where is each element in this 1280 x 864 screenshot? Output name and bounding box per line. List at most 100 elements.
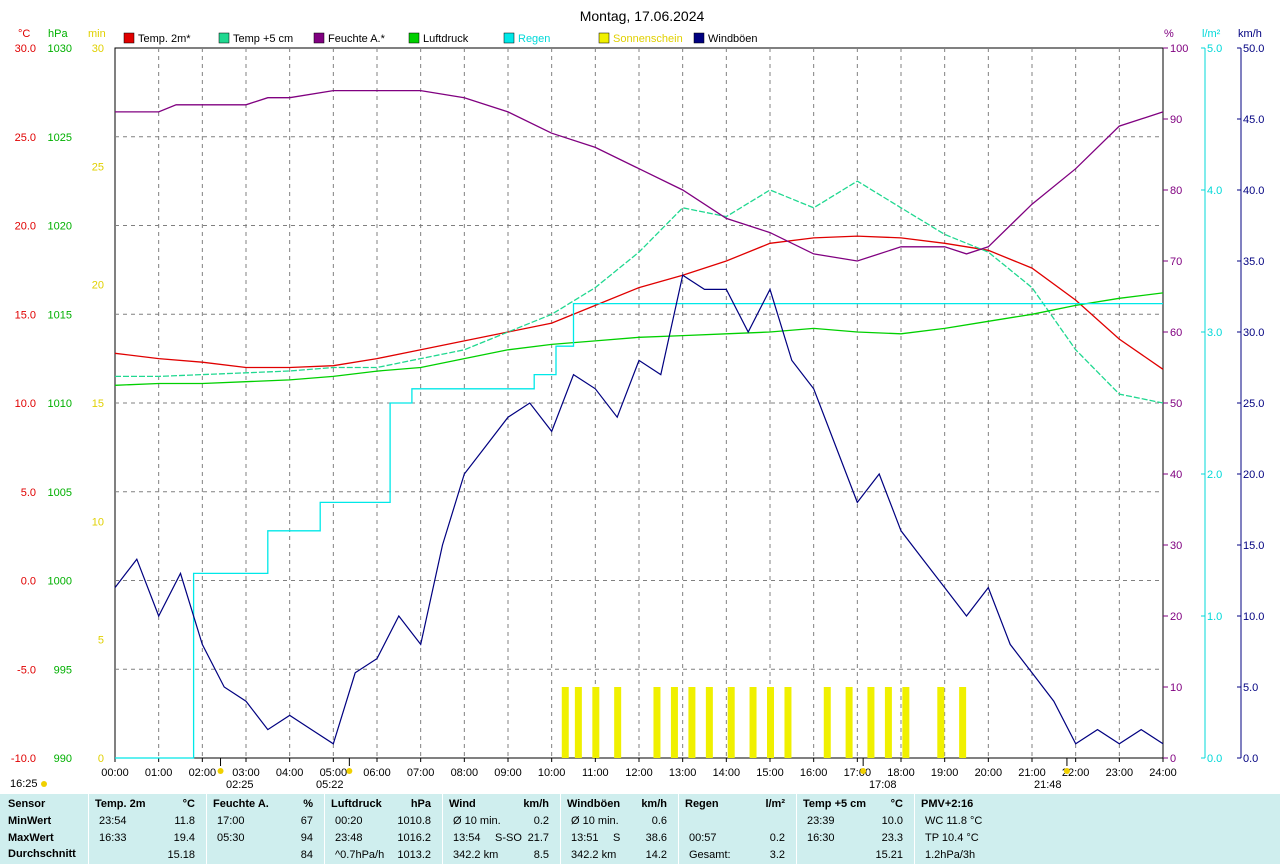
temp-axis-tick-label: -5.0 <box>17 664 36 676</box>
pressure-axis-tick-label: 1025 <box>48 132 72 144</box>
pressure-axis-tick-label: 1000 <box>48 576 72 588</box>
stat-time: 342.2 km <box>571 849 617 861</box>
stat-unit: km/h <box>641 798 667 810</box>
legend-swatch <box>313 32 325 44</box>
stat-unit: l/m² <box>765 798 785 810</box>
pressure-axis-tick-label: 1020 <box>48 221 72 233</box>
stat-value: 15.18 <box>167 849 195 861</box>
stat-time: Ø 10 min. <box>571 815 619 827</box>
sunrise-icon <box>346 768 353 774</box>
sunshine-axis-tick-label: 20 <box>92 280 104 292</box>
sunshine-bar <box>574 687 582 758</box>
sunshine-bar <box>670 687 678 758</box>
sunshine-axis-tick-label: 5 <box>98 635 104 647</box>
row-label-average: Durchschnitt <box>8 848 76 860</box>
stat-value: 19.4 <box>173 832 195 844</box>
time-tick-label: 06:00 <box>363 767 391 779</box>
stat-value: 1010.8 <box>397 815 431 827</box>
row-label-max: MaxWert <box>8 832 54 844</box>
stat-header: Feuchte A. <box>213 798 269 810</box>
stat-time: 16:33 <box>99 832 127 844</box>
stat-time: Gesamt: <box>689 849 731 861</box>
wind-axis-tick-label: 40.0 <box>1243 185 1264 197</box>
stat-unit: hPa <box>410 798 431 810</box>
rain-axis-tick-label: 2.0 <box>1207 469 1222 481</box>
stat-time: 05:30 <box>217 832 245 844</box>
time-tick-label: 05:00 <box>320 767 348 779</box>
temp-axis-tick-label: 30.0 <box>15 43 36 55</box>
legend-label: Sonnenschein <box>613 33 683 45</box>
wind-unit: km/h <box>1238 28 1262 40</box>
stat-value: 0.2 <box>769 832 785 844</box>
sunshine-bar <box>688 687 696 758</box>
time-tick-label: 08:00 <box>451 767 479 779</box>
stat-header: Luftdruck <box>331 798 382 810</box>
stat-value: 8.5 <box>533 849 549 861</box>
stat-time: 1.2hPa/3h <box>925 849 976 861</box>
legend-swatch <box>408 32 420 44</box>
sunshine-bar <box>767 687 774 758</box>
temp-axis-tick-label: 25.0 <box>15 132 36 144</box>
stat-header: Wind <box>449 798 476 810</box>
sunshine-bar <box>902 687 910 758</box>
rain-unit: l/m² <box>1202 28 1221 40</box>
wind-axis-tick-label: 0.0 <box>1243 753 1258 765</box>
stat-value: 21.7 <box>527 832 549 844</box>
stat-value: 10.0 <box>881 815 903 827</box>
moon-culmination-icon <box>860 768 867 774</box>
time-tick-label: 20:00 <box>975 767 1003 779</box>
pressure-axis-tick-label: 1005 <box>48 487 72 499</box>
time-tick-label: 11:00 <box>582 767 609 779</box>
stat-time: 13:51 <box>571 832 599 844</box>
sunshine-axis-tick-label: 30 <box>92 43 104 55</box>
humidity-unit: % <box>1164 28 1174 40</box>
rain-axis-tick-label: 3.0 <box>1207 327 1222 339</box>
humidity-axis-tick-label: 30 <box>1170 540 1182 552</box>
humidity-axis-tick-label: 90 <box>1170 114 1182 126</box>
time-tick-label: 02:00 <box>189 767 217 779</box>
stat-value: 3.2 <box>769 849 785 861</box>
pressure-axis-tick-label: 990 <box>54 753 72 765</box>
stat-column: Wind km/h Ø 10 min. 0.2 13:54 S-SO 21.7 342.2 k… <box>442 794 555 864</box>
stat-value: 11.8 <box>174 815 195 827</box>
time-tick-label: 18:00 <box>887 767 915 779</box>
stat-unit: °C <box>182 798 195 810</box>
stat-time: 00:20 <box>335 815 363 827</box>
stat-time: 23:39 <box>807 815 835 827</box>
legend-label: Luftdruck <box>423 33 469 45</box>
legend-swatch <box>693 32 705 44</box>
stat-header: Temp +5 cm <box>803 798 867 810</box>
sunshine-bar <box>749 687 757 758</box>
time-tick-label: 04:00 <box>276 767 304 779</box>
stat-value: 1016.2 <box>397 832 431 844</box>
humidity-axis-tick-label: 20 <box>1170 611 1182 623</box>
legend-label: Temp +5 cm <box>233 33 293 45</box>
stat-column: Regen l/m² 00:57 0.2 Gesamt: 3.2 <box>678 794 791 864</box>
pressure-axis-tick-label: 995 <box>54 664 72 676</box>
stat-value: 14.2 <box>645 849 667 861</box>
stat-header: Regen <box>685 798 719 810</box>
wind-axis-tick-label: 25.0 <box>1243 398 1264 410</box>
stat-value: 15.21 <box>875 849 903 861</box>
stat-time: 342.2 km <box>453 849 499 861</box>
sunset-icon <box>1063 768 1070 774</box>
sunshine-bar <box>561 687 569 758</box>
stat-time: ^0.7hPa/h <box>335 849 385 861</box>
moonset-icon <box>217 768 224 774</box>
time-tick-label: 03:00 <box>232 767 260 779</box>
sunshine-bar <box>823 687 831 758</box>
wind-axis-tick-label: 45.0 <box>1243 114 1264 126</box>
pressure-axis-tick-label: 1030 <box>48 43 72 55</box>
sunshine-bar <box>959 687 967 758</box>
humidity-axis-tick-label: 100 <box>1170 43 1188 55</box>
legend: Temp. 2m* Temp +5 cm Feuchte A.* Luftdruck R… <box>123 32 758 45</box>
legend-label: Feuchte A.* <box>328 33 386 45</box>
stat-column: Temp. 2m °C 23:54 11.8 16:33 19.4 15.18 <box>88 794 201 864</box>
temp-axis-tick-label: 20.0 <box>15 221 36 233</box>
wind-axis-tick-label: 10.0 <box>1243 611 1264 623</box>
sunshine-bar <box>592 687 600 758</box>
stat-column: Windböen km/h Ø 10 min. 0.6 13:51 S 38.6 342.2 … <box>560 794 673 864</box>
legend-label: Temp. 2m* <box>138 33 191 45</box>
time-tick-label: 12:00 <box>625 767 653 779</box>
temp-axis-tick-label: 10.0 <box>15 398 36 410</box>
